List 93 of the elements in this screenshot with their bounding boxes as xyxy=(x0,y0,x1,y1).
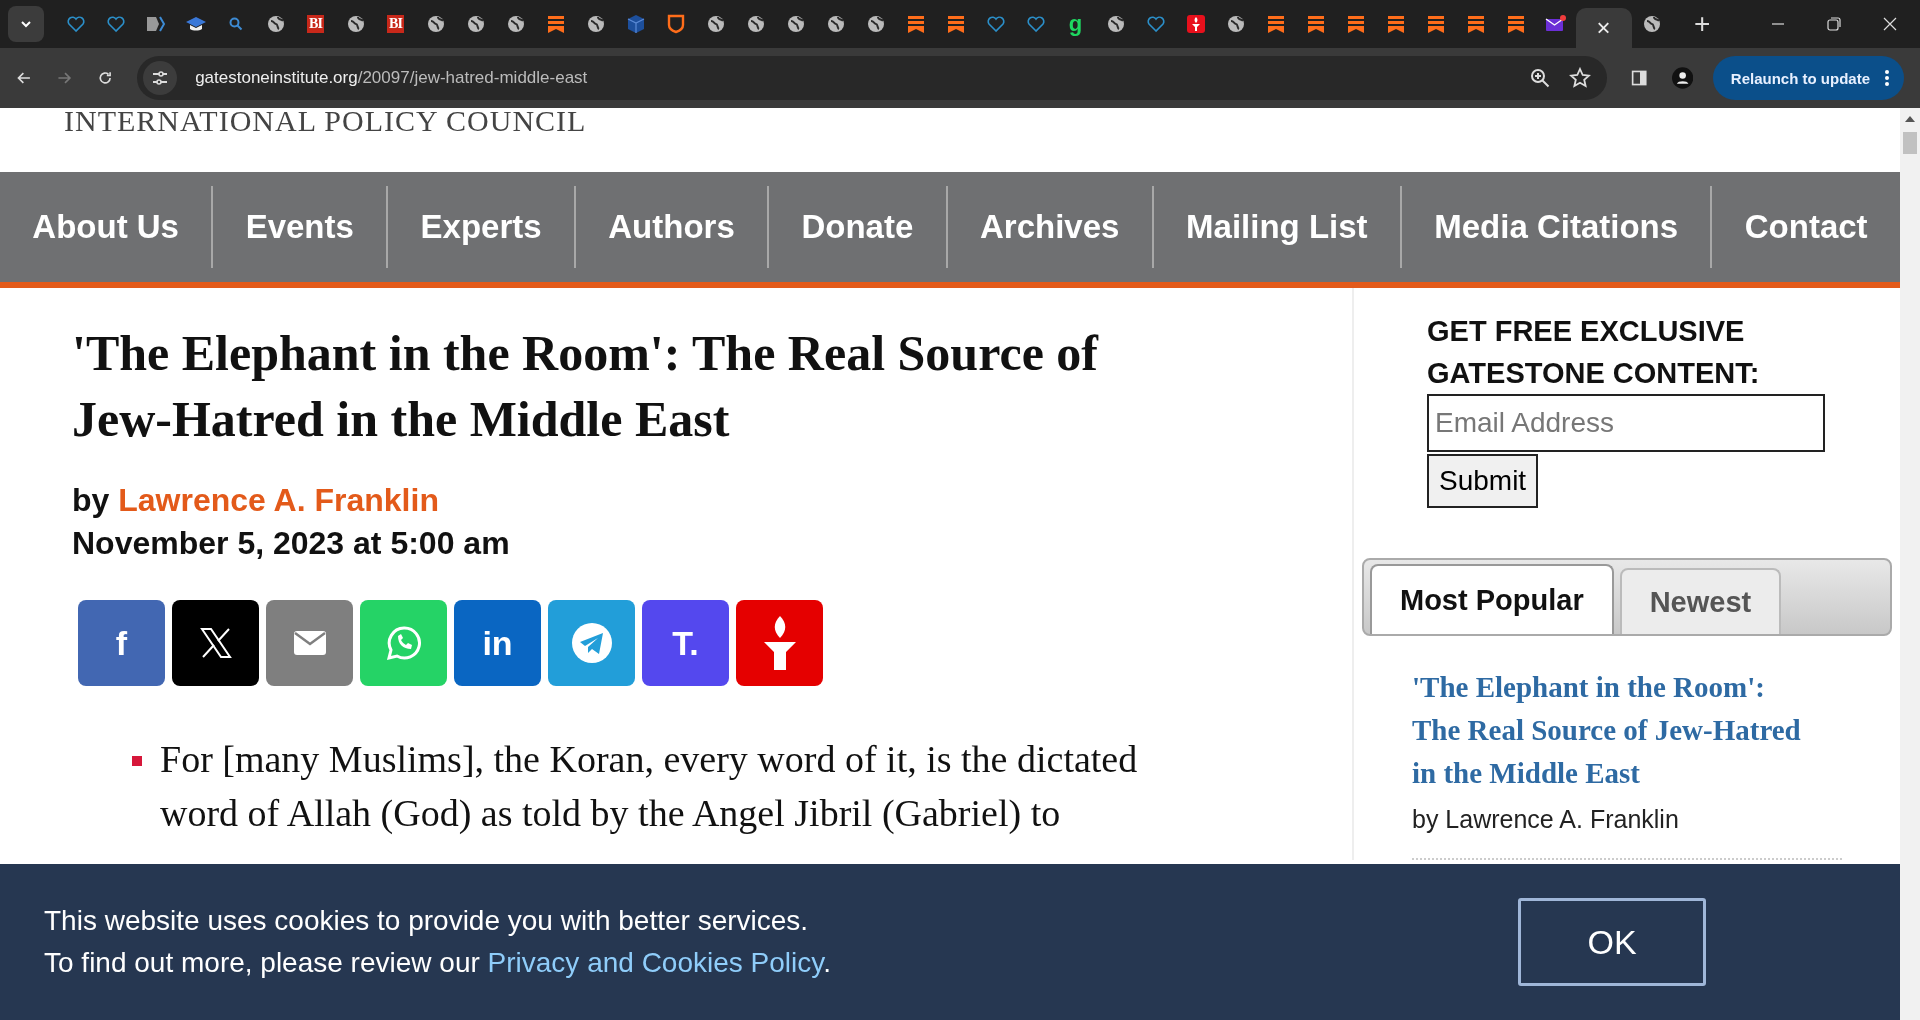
organization-name: INTERNATIONAL POLICY COUNCIL xyxy=(64,108,587,138)
nav-link[interactable]: Media Citations xyxy=(1399,186,1711,268)
bookmark-icon xyxy=(545,14,566,34)
phone-bubble-icon xyxy=(385,625,422,661)
site-settings-icon[interactable] xyxy=(143,61,178,95)
share-button[interactable] xyxy=(172,600,259,686)
browser-tab[interactable]: × xyxy=(1576,8,1632,48)
ok-button[interactable]: OK xyxy=(1518,898,1706,986)
nav-link[interactable]: Mailing List xyxy=(1151,186,1400,268)
article-title: 'The Elephant in the Room': The Real Source of Jew-Hatred in the Middle East xyxy=(72,324,1100,449)
globe-icon xyxy=(265,14,286,34)
more-icon[interactable] xyxy=(1884,69,1890,87)
x-icon xyxy=(198,626,233,660)
globe-icon xyxy=(705,14,726,34)
letter-logo: g xyxy=(1068,14,1083,34)
heart-icon xyxy=(1025,14,1046,34)
bookmark-icon xyxy=(1505,14,1526,34)
tab-search-button[interactable] xyxy=(8,6,44,42)
heart-icon xyxy=(985,14,1006,34)
cube-icon xyxy=(625,14,646,34)
globe-icon xyxy=(1105,14,1126,34)
bullet-text: For [many Muslims], the Koran, every word of it, is the dictated word of Allah (God) as told by the Angel Jibril (Gabriel) to xyxy=(160,737,1139,836)
envelope-icon xyxy=(1544,14,1567,34)
globe-icon xyxy=(585,14,606,34)
globe-icon xyxy=(425,14,446,34)
bookmark-icon xyxy=(1465,14,1486,34)
scroll-up-icon[interactable] xyxy=(1904,114,1916,124)
nav-link[interactable]: Archives xyxy=(945,186,1152,268)
letter-logo: BI xyxy=(387,15,404,33)
shield-icon xyxy=(665,14,686,34)
zoom-icon[interactable] xyxy=(1529,67,1552,89)
star-icon[interactable] xyxy=(1569,67,1592,89)
bookmark-icon xyxy=(905,14,926,34)
globe-icon xyxy=(785,14,806,34)
signup-heading: GET FREE EXCLUSIVE GATESTONE CONTENT: xyxy=(1427,314,1761,391)
torch-icon xyxy=(1185,14,1206,34)
policy-link[interactable]: Privacy and Cookies Policy xyxy=(487,947,824,978)
bullet-marker xyxy=(132,756,142,766)
relaunch-button[interactable]: Relaunch to update xyxy=(1712,56,1904,100)
restore-icon[interactable] xyxy=(1826,16,1842,32)
heart-icon xyxy=(105,14,126,34)
sidebar-tab[interactable]: Newest xyxy=(1619,568,1782,634)
nav-link[interactable]: Events xyxy=(211,186,387,268)
globe-icon xyxy=(865,14,886,34)
author-link[interactable]: Lawrence A. Franklin xyxy=(118,482,439,518)
scroll-thumb[interactable] xyxy=(1903,132,1917,154)
submit-button[interactable]: Submit xyxy=(1427,454,1539,508)
new-tab-button[interactable]: + xyxy=(1694,10,1711,38)
nav-link[interactable]: About Us xyxy=(0,186,212,268)
bookmark-icon xyxy=(1345,14,1366,34)
heart-icon xyxy=(1145,14,1166,34)
globe-icon xyxy=(505,14,526,34)
globe-icon xyxy=(745,14,766,34)
bookmark-icon xyxy=(1385,14,1406,34)
share-button[interactable]: f xyxy=(78,600,165,686)
paper-plane-icon xyxy=(570,622,613,664)
letter-logo: BI xyxy=(307,15,324,33)
nav-link[interactable]: Donate xyxy=(767,186,946,268)
globe-icon xyxy=(465,14,486,34)
bookmark-icon xyxy=(1305,14,1326,34)
envelope-icon xyxy=(292,630,327,656)
scrollbar[interactable] xyxy=(1900,108,1920,1020)
globe-icon xyxy=(345,14,366,34)
sidebar-tab[interactable]: Most Popular xyxy=(1370,564,1614,634)
address-bar[interactable]: gatestoneinstitute.org/20097/jew-hatred-middle-east xyxy=(137,56,1608,100)
close-icon[interactable]: × xyxy=(1596,16,1611,40)
by-label: by xyxy=(72,482,110,518)
browser-tab[interactable]: g xyxy=(1056,0,1096,48)
article-byline: by Lawrence A. Franklin xyxy=(1412,805,1680,834)
share-button[interactable]: T. xyxy=(642,600,729,686)
cookie-message: This website uses cookies to provide you with better services. xyxy=(44,904,810,938)
browser-tab[interactable]: BI xyxy=(376,0,416,48)
bookmark-icon xyxy=(945,14,966,34)
nav-link[interactable]: Experts xyxy=(386,186,574,268)
heart-icon xyxy=(65,14,86,34)
browser-tab[interactable]: BI xyxy=(296,0,336,48)
globe-icon xyxy=(1225,14,1246,34)
profile-icon[interactable] xyxy=(1671,65,1693,91)
share-button[interactable]: in xyxy=(454,600,541,686)
email-field[interactable]: Email Address xyxy=(1427,394,1825,452)
url-text: gatestoneinstitute.org/20097/jew-hatred-middle-east xyxy=(195,68,589,88)
globe-icon xyxy=(1641,14,1662,34)
document-icon xyxy=(144,14,167,34)
side-panel-icon[interactable] xyxy=(1631,68,1648,88)
article-date: November 5, 2023 at 5:00 am xyxy=(72,525,511,562)
bookmark-icon xyxy=(1265,14,1286,34)
close-icon[interactable] xyxy=(1882,16,1898,32)
cookie-message: To find out more, please review our Privacy and Cookies Policy. xyxy=(44,946,832,980)
bookmark-icon xyxy=(1425,14,1446,34)
article-link[interactable]: 'The Elephant in the Room': The Real Source of Jew-Hatred in the Middle East xyxy=(1412,666,1810,795)
search-icon xyxy=(227,16,244,32)
nav-link[interactable]: Authors xyxy=(573,186,768,268)
globe-icon xyxy=(825,14,846,34)
